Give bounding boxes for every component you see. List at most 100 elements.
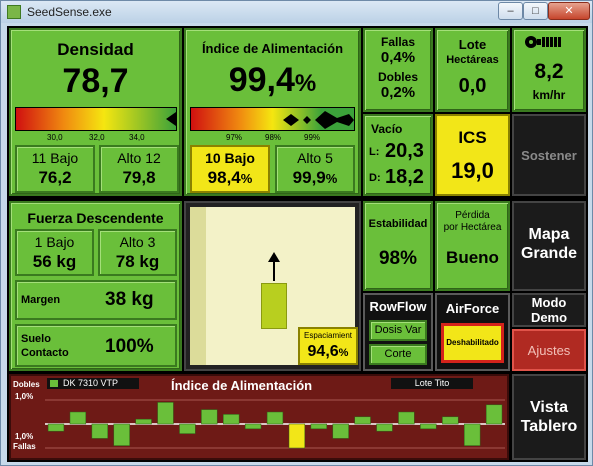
feed-tick: 97%: [226, 133, 243, 142]
downforce-low[interactable]: 1 Bajo 56 kg: [15, 229, 94, 276]
spacing-value-row: 94,6%: [300, 343, 356, 361]
feed-high-unit: %: [325, 171, 338, 186]
strip-axis: Dobles 1,0% 1,0% Fallas: [13, 378, 43, 456]
density-low-label: 11 Bajo: [31, 150, 79, 166]
density-tick: 34,0: [129, 133, 145, 142]
margin-box[interactable]: Margen 38 kg: [15, 280, 177, 320]
maximize-button[interactable]: □: [523, 2, 548, 20]
feed-high-value: 99,9: [292, 168, 326, 187]
spacing-side-band: [190, 207, 206, 365]
settings-label: Ajustes: [527, 343, 571, 358]
spacing-label: Espaciamient: [303, 331, 353, 340]
skips-doubles-panel[interactable]: Fallas 0,4% Dobles 0,2%: [363, 28, 433, 112]
feed-high[interactable]: Alto 5 99,9%: [275, 145, 355, 193]
density-title: Densidad: [57, 40, 134, 59]
density-tick: 32,0: [89, 133, 105, 142]
loss-panel[interactable]: Pérdida por Hectárea Bueno: [435, 201, 510, 291]
strip-doubles-label: Dobles: [13, 380, 40, 389]
vacuum-d-value: 18,2: [385, 166, 424, 188]
title-bar[interactable]: SeedSense.exe – □ ✕: [1, 1, 592, 23]
field-sub-label: Hectáreas: [446, 54, 499, 66]
strip-row-bar: [244, 423, 262, 430]
density-low[interactable]: 11 Bajo 76,2: [15, 145, 95, 193]
soil-contact-label: Suelo Contacto: [21, 333, 69, 359]
downforce-high-value: 78 kg: [115, 252, 160, 271]
strip-row-bar: [91, 423, 108, 439]
strip-row-bar: [420, 423, 437, 430]
feed-gauge: [190, 107, 355, 131]
rowflow-panel: RowFlow Dosis Var Corte: [363, 293, 433, 371]
feed-low[interactable]: 10 Bajo 98,4%: [190, 145, 270, 193]
vacuum-d-label: D:: [369, 172, 381, 184]
cutoff-label: Corte: [384, 348, 412, 360]
field-area-panel[interactable]: Lote Hectáreas 0,0: [435, 28, 510, 112]
soil-contact-box[interactable]: Suelo Contacto 100%: [15, 324, 177, 367]
hybrid-label: DK 7310 VTP: [63, 378, 119, 388]
feed-low-label: 10 Bajo: [205, 150, 255, 166]
dashboard: Densidad 78,7 30,0 32,0 34,0 11 Bajo 76,…: [7, 26, 588, 462]
spacing-box[interactable]: Espaciamient 94,6%: [298, 327, 358, 365]
stability-label: Estabilidad: [368, 218, 428, 230]
hold-label: Sostener: [521, 148, 577, 163]
strip-top-pct: 1,0%: [15, 392, 34, 401]
app-icon: [7, 5, 21, 19]
speed-panel[interactable]: 8,2 km/hr: [512, 28, 586, 112]
skips-label: Fallas: [380, 35, 416, 49]
stability-panel[interactable]: Estabilidad 98%: [363, 201, 433, 291]
feed-index-panel[interactable]: Índice de Alimentación 99,4% 97% 98% 99%…: [184, 28, 361, 196]
airforce-title: AirForce: [445, 301, 500, 316]
ics-panel[interactable]: ICS 19,0: [435, 114, 510, 196]
strip-row-bar: [398, 411, 415, 425]
doubles-label: Dobles: [377, 70, 418, 84]
strip-row-bar: [266, 411, 284, 425]
strip-skips-label: Fallas: [13, 442, 36, 451]
feed-high-value-row: 99,9%: [277, 168, 353, 188]
strip-row-bar: [179, 423, 196, 434]
downforce-high[interactable]: Alto 3 78 kg: [98, 229, 177, 276]
strip-title: Índice de Alimentación: [171, 378, 313, 393]
field-tag: Lote Tito: [391, 378, 473, 389]
demo-mode-button[interactable]: Modo Demo: [512, 293, 586, 327]
vacuum-panel[interactable]: Vacío L: 20,3 D: 18,2: [363, 114, 433, 196]
strip-row-bar: [354, 416, 371, 425]
feed-index-strip[interactable]: Dobles 1,0% 1,0% Fallas DK 7310 VTP Índi…: [9, 374, 509, 460]
rowflow-title: RowFlow: [369, 299, 427, 314]
strip-bottom-pct: 1,0%: [15, 432, 34, 441]
settings-button[interactable]: Ajustes: [512, 329, 586, 371]
feed-value: 99,4: [228, 61, 295, 99]
feed-unit: %: [294, 70, 317, 97]
strip-row-bar: [157, 402, 174, 425]
feed-low-value: 98,4: [207, 168, 241, 187]
feed-tick: 98%: [265, 133, 282, 142]
downforce-panel[interactable]: Fuerza Descendente 1 Bajo 56 kg Alto 3 7…: [9, 201, 182, 371]
strip-row-bar: [69, 411, 87, 425]
spacing-panel[interactable]: Espaciamient 94,6%: [184, 201, 361, 371]
cutoff-button[interactable]: Corte: [369, 344, 427, 365]
ics-label: ICS: [458, 128, 487, 147]
strip-row-bar: [288, 423, 306, 449]
spacing-value: 94,6: [307, 343, 339, 360]
large-map-button[interactable]: Mapa Grande: [512, 201, 586, 291]
dashboard-view-button[interactable]: Vista Tablero: [512, 374, 586, 460]
field-area-value: 0,0: [458, 75, 487, 97]
density-panel[interactable]: Densidad 78,7 30,0 32,0 34,0 11 Bajo 76,…: [9, 28, 182, 196]
ics-value: 19,0: [451, 158, 494, 183]
strip-row-bar: [113, 423, 130, 446]
variable-rate-button[interactable]: Dosis Var: [369, 320, 427, 341]
variable-rate-label: Dosis Var: [374, 324, 422, 336]
airforce-status-button[interactable]: Deshabilitado: [441, 323, 504, 363]
downforce-low-label: 1 Bajo: [34, 234, 75, 250]
vacuum-label: Vacío: [371, 122, 403, 136]
feed-high-label: Alto 5: [297, 150, 333, 166]
hold-button[interactable]: Sostener: [512, 114, 586, 196]
downforce-title: Fuerza Descendente: [27, 210, 164, 226]
minimize-button[interactable]: –: [498, 2, 523, 20]
field-label: Lote: [458, 37, 487, 52]
strip-row-bar: [135, 418, 152, 425]
direction-arrow-icon: [268, 252, 280, 262]
speed-unit: km/hr: [532, 88, 566, 102]
density-high[interactable]: Alto 12 79,8: [99, 145, 179, 193]
density-high-label: Alto 12: [117, 150, 161, 166]
close-button[interactable]: ✕: [548, 2, 590, 20]
strip-row-bar: [485, 404, 503, 425]
